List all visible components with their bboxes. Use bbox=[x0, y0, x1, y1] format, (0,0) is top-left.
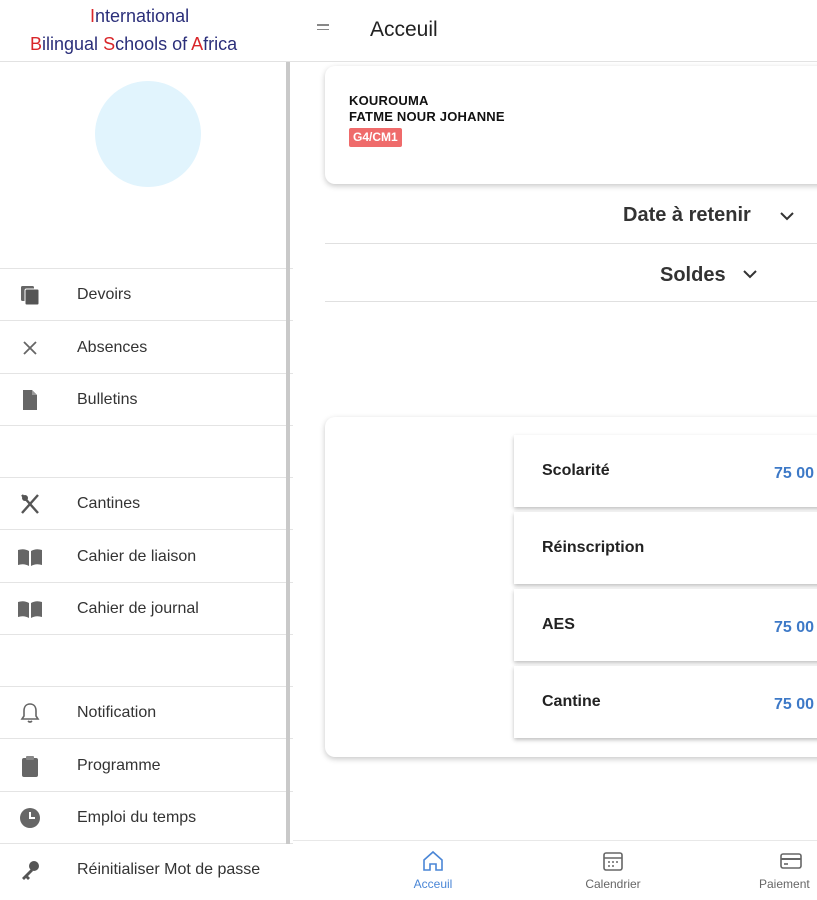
app-header: Acceuil bbox=[293, 0, 817, 62]
solde-row-reinscription[interactable]: Réinscription bbox=[514, 512, 817, 584]
sidebar-item-cahier-liaison[interactable]: Cahier de liaison bbox=[0, 531, 293, 583]
class-badge: G4/CM1 bbox=[349, 128, 402, 147]
sidebar-item-label: Cantines bbox=[77, 494, 141, 512]
accordion-soldes[interactable]: Soldes bbox=[325, 244, 817, 302]
sidebar-item-absences[interactable]: Absences bbox=[0, 322, 293, 374]
solde-row-cantine[interactable]: Cantine 75 00 bbox=[514, 666, 817, 738]
sidebar-item-label: Bulletins bbox=[77, 390, 138, 408]
logo-line-2: Bilingual Schools of Africa bbox=[30, 34, 238, 54]
sidebar-item-programme[interactable]: Programme bbox=[0, 740, 293, 792]
nav-label: Paiement bbox=[759, 877, 810, 891]
book-icon bbox=[17, 545, 43, 569]
solde-amount: 75 00 bbox=[774, 619, 815, 636]
sidebar-item-bulletins[interactable]: Bulletins bbox=[0, 374, 293, 426]
sidebar-item-label: Absences bbox=[77, 338, 148, 356]
clock-icon bbox=[17, 806, 43, 830]
solde-amount: 75 00 bbox=[774, 696, 815, 713]
solde-row-scolarite[interactable]: Scolarité 75 00 bbox=[514, 435, 817, 507]
clipboard-icon bbox=[17, 754, 43, 778]
utensils-icon bbox=[17, 492, 43, 516]
bottom-nav: Acceuil Calendrier Paiement bbox=[293, 840, 817, 900]
solde-label: Scolarité bbox=[542, 462, 610, 479]
nav-label: Acceuil bbox=[413, 877, 453, 891]
sidebar-item-notification[interactable]: Notification bbox=[0, 687, 293, 739]
sidebar-spacer bbox=[0, 426, 293, 478]
solde-label: AES bbox=[542, 616, 575, 633]
nav-label: Calendrier bbox=[585, 877, 641, 891]
bell-icon bbox=[17, 701, 43, 725]
accordion-date-a-retenir[interactable]: Date à retenir bbox=[325, 186, 817, 244]
sidebar-divider bbox=[286, 62, 290, 844]
student-last-name: KOUROUMA bbox=[349, 93, 429, 108]
sidebar-item-label: Programme bbox=[77, 756, 161, 774]
sidebar: International Bilingual Schools of Afric… bbox=[0, 0, 293, 900]
home-icon bbox=[421, 849, 445, 873]
student-card[interactable]: KOUROUMA FATME NOUR JOHANNE G4/CM1 bbox=[325, 66, 817, 184]
copy-icon bbox=[17, 283, 43, 307]
sidebar-item-label: Emploi du temps bbox=[77, 808, 197, 826]
key-icon bbox=[17, 858, 43, 882]
soldes-card: Scolarité 75 00 Réinscription AES 75 00 … bbox=[325, 417, 817, 757]
solde-label: Réinscription bbox=[542, 539, 645, 556]
hamburger-icon[interactable] bbox=[317, 24, 329, 34]
sidebar-item-label: Réinitialiser Mot de passe bbox=[77, 861, 261, 878]
student-first-names: FATME NOUR JOHANNE bbox=[349, 109, 505, 124]
chevron-down-icon[interactable] bbox=[743, 266, 757, 279]
sidebar-item-cantines[interactable]: Cantines bbox=[0, 478, 293, 530]
sidebar-item-reset-password[interactable]: Réinitialiser Mot de passe bbox=[0, 844, 293, 896]
sidebar-item-label: Devoirs bbox=[77, 285, 132, 303]
chevron-down-icon[interactable] bbox=[780, 208, 794, 221]
calendar-icon bbox=[601, 849, 625, 873]
accordion-title: Soldes bbox=[660, 264, 726, 286]
nav-acceuil[interactable]: Acceuil bbox=[403, 849, 463, 897]
accordion-title: Date à retenir bbox=[623, 204, 751, 226]
book-icon bbox=[17, 597, 43, 621]
sidebar-item-emploi-du-temps[interactable]: Emploi du temps bbox=[0, 792, 293, 844]
close-icon bbox=[17, 336, 43, 360]
sidebar-item-cahier-journal[interactable]: Cahier de journal bbox=[0, 583, 293, 635]
logo-line-1: International bbox=[90, 6, 190, 26]
sidebar-item-devoirs[interactable]: Devoirs bbox=[0, 269, 293, 321]
nav-calendrier[interactable]: Calendrier bbox=[577, 849, 649, 897]
document-icon bbox=[17, 388, 43, 412]
solde-label: Cantine bbox=[542, 693, 601, 710]
page-title: Acceuil bbox=[370, 18, 438, 41]
sidebar-item-label: Notification bbox=[77, 703, 157, 721]
nav-paiement[interactable]: Paiement bbox=[756, 849, 817, 897]
solde-amount: 75 00 bbox=[774, 465, 815, 482]
avatar[interactable] bbox=[95, 81, 201, 187]
card-icon bbox=[779, 849, 803, 873]
sidebar-item-label: Cahier de journal bbox=[77, 599, 199, 617]
solde-row-aes[interactable]: AES 75 00 bbox=[514, 589, 817, 661]
sidebar-spacer bbox=[0, 635, 293, 687]
school-logo: International Bilingual Schools of Afric… bbox=[0, 0, 293, 62]
sidebar-item-label: Cahier de liaison bbox=[77, 547, 197, 565]
